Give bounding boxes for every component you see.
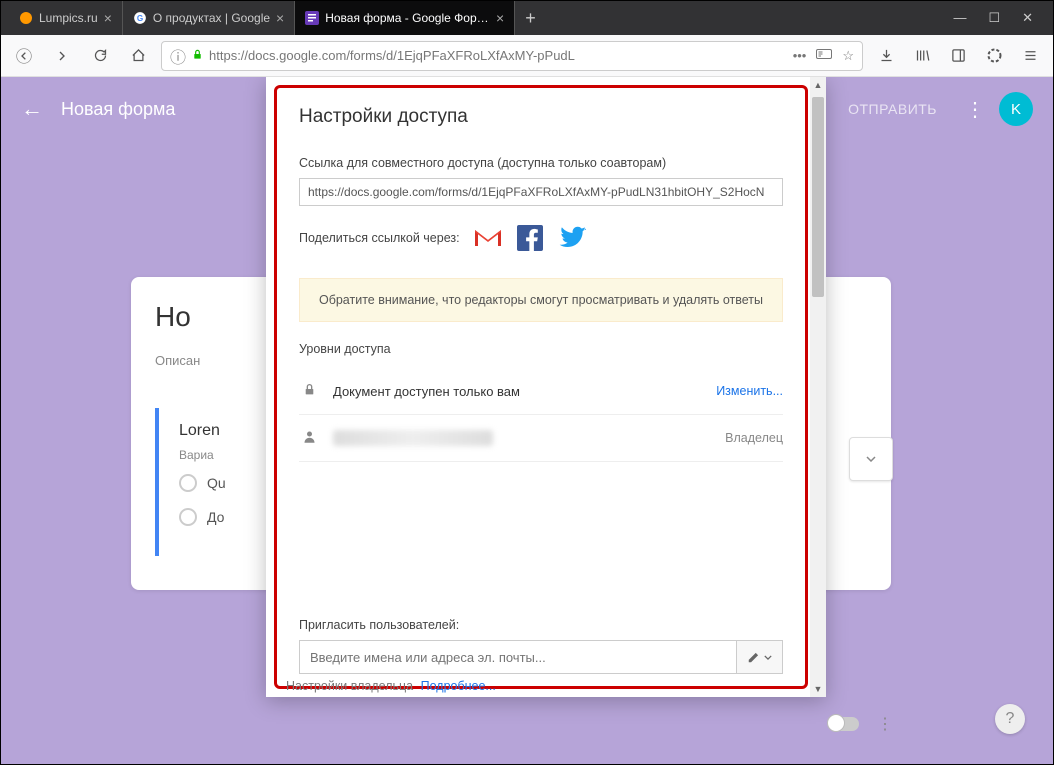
help-button[interactable]: ? [995,704,1025,734]
twitter-icon[interactable] [558,224,586,252]
library-button[interactable] [907,41,937,71]
question-menu-icon[interactable]: ⋮ [877,714,893,734]
radio-icon [179,474,197,492]
maximize-button[interactable]: ☐ [988,10,1000,26]
access-row-owner: Владелец [299,415,783,462]
lock-icon [299,382,319,400]
invite-section: Пригласить пользователей: [299,618,783,674]
question-type-dropdown[interactable] [849,437,893,481]
browser-tab-2[interactable]: Новая форма - Google Форм… × [295,1,515,35]
minimize-button[interactable]: — [953,10,966,26]
back-arrow-icon[interactable]: ← [21,96,43,122]
addressbar-actions: ••• ☆ [793,48,854,64]
close-icon[interactable]: × [496,10,504,26]
radio-icon [179,508,197,526]
browser-tab-0[interactable]: Lumpics.ru × [9,1,123,35]
browser-toolbar: ⓘ https://docs.google.com/forms/d/1EjqPF… [1,35,1053,77]
reload-button[interactable] [85,41,115,71]
back-button[interactable] [9,41,39,71]
close-icon[interactable]: × [104,10,112,26]
kebab-menu-icon[interactable]: ⋮ [965,97,985,122]
share-link-input[interactable] [299,178,783,206]
bookmark-icon[interactable]: ☆ [842,48,854,64]
browser-tab-1[interactable]: G О продуктах | Google × [123,1,295,35]
owner-settings-footer: Настройки владельца Подробнее... [286,679,496,693]
gmail-icon[interactable] [474,224,502,252]
info-icon[interactable]: ⓘ [170,44,186,68]
option-label: Qu [207,475,226,491]
facebook-icon[interactable] [516,224,544,252]
menu-button[interactable] [1015,41,1045,71]
lock-icon [192,48,203,64]
access-levels-label: Уровни доступа [299,342,783,356]
modal-scrollbar[interactable]: ▲ ▼ [810,77,826,697]
invite-permission-button[interactable] [737,640,783,674]
option-label: До [207,509,224,525]
address-bar[interactable]: ⓘ https://docs.google.com/forms/d/1EjqPF… [161,41,863,71]
invite-row [299,640,783,674]
invite-label: Пригласить пользователей: [299,618,783,632]
owner-settings-label: Настройки владельца [286,679,413,693]
scroll-thumb[interactable] [812,97,824,297]
downloads-button[interactable] [871,41,901,71]
sidebar-button[interactable] [943,41,973,71]
reader-icon[interactable] [816,48,832,64]
forward-button[interactable] [47,41,77,71]
owner-role-label: Владелец [725,431,783,445]
change-access-link[interactable]: Изменить... [716,384,783,398]
link-label: Ссылка для совместного доступа (доступна… [299,156,783,170]
owner-name-redacted [333,430,493,446]
close-window-button[interactable]: ✕ [1022,10,1033,26]
home-button[interactable] [123,41,153,71]
person-icon [299,429,319,447]
favicon-google: G [133,11,147,25]
editor-notice: Обратите внимание, что редакторы смогут … [299,278,783,322]
required-toggle[interactable] [829,717,859,731]
url-text: https://docs.google.com/forms/d/1EjqPFaX… [209,48,787,63]
more-icon[interactable]: ••• [793,48,807,64]
window-controls: — ☐ ✕ [953,10,1045,26]
share-modal: ▲ ▼ Настройки доступа Ссылка для совмест… [266,77,826,697]
svg-text:G: G [137,14,143,23]
favicon-forms [305,11,319,25]
question-footer: ⋮ [829,714,893,734]
share-via-row: Поделиться ссылкой через: [299,224,783,252]
scroll-up-icon[interactable]: ▲ [813,80,823,90]
toolbar-right [871,41,1045,71]
share-via-label: Поделиться ссылкой через: [299,231,460,245]
access-private-text: Документ доступен только вам [333,384,702,399]
invite-input[interactable] [299,640,737,674]
tab-label: О продуктах | Google [153,11,270,25]
scroll-down-icon[interactable]: ▼ [813,684,823,694]
avatar[interactable]: K [999,92,1033,126]
new-tab-button[interactable]: + [515,8,546,29]
close-icon[interactable]: × [276,10,284,26]
browser-tab-bar: Lumpics.ru × G О продуктах | Google × Но… [1,1,1053,35]
google-forms-app: ← Новая форма ОТПРАВИТЬ ⋮ K Но Описан Lo… [1,77,1053,764]
favicon-lumpics [19,11,33,25]
access-row-private: Документ доступен только вам Изменить... [299,368,783,415]
modal-title: Настройки доступа [299,106,783,128]
owner-settings-more-link[interactable]: Подробнее... [421,679,496,693]
extension-button[interactable] [979,41,1009,71]
send-button[interactable]: ОТПРАВИТЬ [834,93,951,125]
tab-label: Новая форма - Google Форм… [325,11,490,25]
tab-label: Lumpics.ru [39,11,98,25]
modal-content: Настройки доступа Ссылка для совместного… [274,85,808,689]
